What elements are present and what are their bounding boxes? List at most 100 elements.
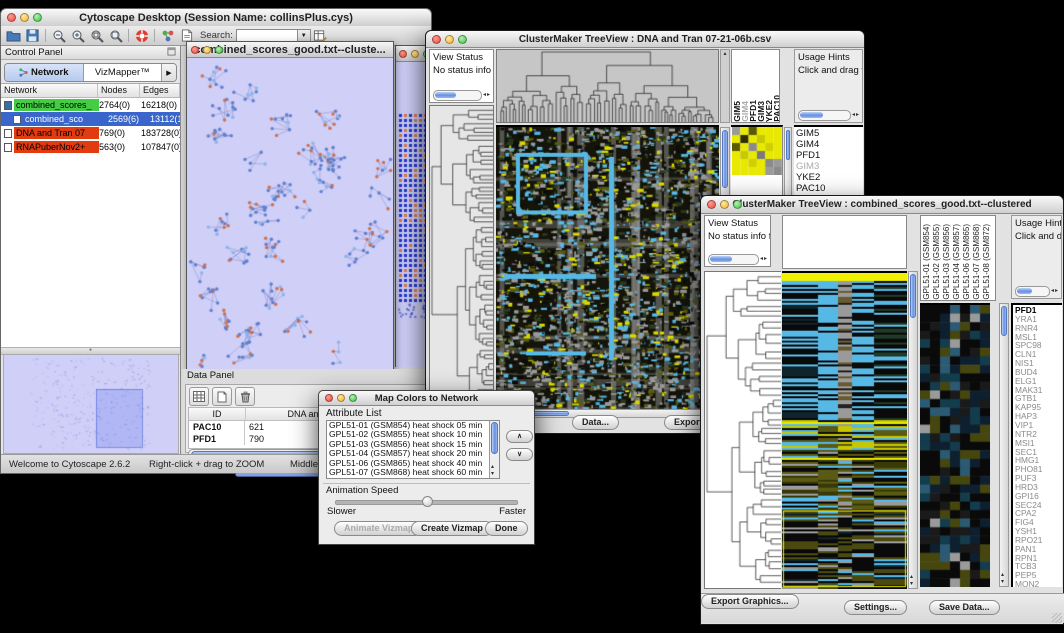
scroll-left-icon[interactable]: ◂ (483, 91, 486, 100)
zoom-in-button[interactable] (68, 27, 87, 44)
view-status-scrollbar[interactable]: ◂ ▸ (433, 90, 490, 100)
save-button[interactable] (23, 27, 42, 44)
done-button[interactable]: Done (485, 521, 528, 536)
scroll-up-arrow-icon[interactable]: ▴ (723, 51, 726, 57)
open-file-button[interactable] (4, 27, 23, 44)
new-attribute-button[interactable] (212, 387, 232, 406)
attribute-item[interactable]: GPL51-07 (GSM868) heat shock 60 min (327, 468, 499, 477)
zoom-icon[interactable] (349, 394, 357, 402)
column-dendrogram[interactable] (496, 49, 719, 123)
treeview1-titlebar[interactable]: ClusterMaker TreeView : DNA and Tran 07-… (426, 31, 864, 48)
zoom-icon[interactable] (733, 200, 742, 209)
slider-thumb[interactable] (422, 496, 433, 507)
close-icon[interactable] (7, 13, 16, 22)
scroll-down-arrow-icon[interactable]: ▾ (910, 581, 913, 587)
select-attributes-button[interactable] (189, 387, 209, 406)
scroll-up-arrow-icon[interactable]: ▴ (491, 464, 494, 470)
scroll-up-arrow-icon[interactable]: ▴ (910, 574, 913, 580)
network-view1-titlebar[interactable]: combined_scores_good.txt--cluste... (187, 42, 393, 58)
scroll-down-arrow-icon[interactable]: ▾ (491, 471, 494, 477)
close-icon[interactable] (707, 200, 716, 209)
move-up-button[interactable]: ∧ (506, 430, 533, 443)
scroll-left-icon[interactable]: ◂ (1051, 287, 1054, 296)
scroll-right-icon[interactable]: ▸ (487, 91, 490, 100)
row-dendrogram[interactable] (704, 271, 781, 589)
zoom-icon[interactable] (458, 35, 467, 44)
tab-network[interactable]: Network (5, 64, 84, 81)
tab-overflow-icon[interactable]: ▶ (162, 64, 176, 81)
zoom-selected-button[interactable] (87, 27, 106, 44)
treeview-action-button[interactable]: Settings... (844, 600, 907, 615)
gene-label[interactable]: GIM3 (796, 161, 861, 172)
main-titlebar[interactable]: Cytoscape Desktop (Session Name: collins… (1, 9, 431, 27)
zoom-icon[interactable] (215, 46, 223, 54)
animate-vizmap-button[interactable]: Animate Vizmap (334, 521, 423, 536)
treeview-action-button[interactable]: Export Graphics... (701, 594, 799, 609)
gene-label[interactable]: YKE2 (796, 172, 861, 183)
close-icon[interactable] (432, 35, 441, 44)
heatmap-vscrollbar[interactable]: ▴ ▾ (908, 271, 918, 589)
delete-attribute-icon[interactable] (235, 387, 255, 406)
gene-label[interactable]: PAC10 (796, 183, 861, 194)
zoom-icon[interactable] (33, 13, 42, 22)
network-row[interactable]: combined_scores_ 2764(0) 16218(0) (1, 98, 180, 112)
network-canvas-1[interactable] (187, 58, 393, 371)
zoom-vscrollbar[interactable]: ▴ ▾ (999, 303, 1009, 587)
scroll-right-icon[interactable]: ▸ (1055, 287, 1058, 296)
network-name: RNAPuberNov2+ (14, 141, 99, 153)
minimize-icon[interactable] (411, 50, 419, 58)
scroll-left-icon[interactable]: ◂ (760, 255, 763, 264)
network-list-header[interactable]: Network Nodes Edges (1, 84, 180, 98)
zoom-heatmap[interactable] (732, 127, 782, 175)
close-icon[interactable] (325, 394, 333, 402)
scroll-down-arrow-icon[interactable]: ▾ (1001, 579, 1004, 585)
network-row[interactable]: RNAPuberNov2+ 563(0) 107847(0) (1, 140, 180, 154)
minimize-icon[interactable] (337, 394, 345, 402)
gene-label[interactable]: MON2 (1015, 580, 1060, 587)
window-controls (7, 9, 42, 26)
network-overview-navigator[interactable] (3, 354, 179, 454)
vizmapper-icon[interactable] (158, 27, 177, 44)
scroll-right-icon[interactable]: ▸ (764, 255, 767, 264)
faster-label: Faster (499, 506, 526, 517)
minimize-icon[interactable] (20, 13, 29, 22)
treeview2-titlebar[interactable]: ClusterMaker TreeView : combined_scores_… (701, 196, 1063, 214)
label-scroll-strip[interactable]: ▴ (720, 49, 730, 123)
treeview-action-button[interactable]: Data... (572, 415, 619, 430)
resize-grip[interactable] (1052, 613, 1062, 623)
minimize-icon[interactable] (720, 200, 729, 209)
tab-vizmapper[interactable]: VizMapper™ (84, 64, 163, 81)
minimize-icon[interactable] (203, 46, 211, 54)
help-icon[interactable] (132, 27, 151, 44)
gene-label[interactable]: PFD1 (796, 150, 861, 161)
usage-hints-line1: Usage Hints (1012, 216, 1061, 231)
view-status-scrollbar[interactable]: ◂ ▸ (708, 254, 767, 264)
zoom-fit-button[interactable] (106, 27, 125, 44)
scroll-right-icon[interactable]: ▸ (856, 111, 859, 120)
heatmap-global-view[interactable] (782, 271, 907, 589)
id-column-header[interactable]: ID (189, 408, 246, 420)
gene-label[interactable]: GIM4 (796, 139, 861, 150)
row-dendrogram[interactable] (429, 105, 494, 407)
create-vizmap-button[interactable]: Create Vizmap (411, 521, 493, 536)
gene-label[interactable]: GIM5 (796, 128, 861, 139)
treeview-action-button[interactable]: Save Data... (929, 600, 1000, 615)
close-icon[interactable] (191, 46, 199, 54)
zoom-heatmap[interactable] (920, 303, 990, 587)
heatmap-global-view[interactable] (496, 125, 719, 409)
usage-hints-scrollbar[interactable]: ◂ ▸ (798, 110, 859, 120)
attribute-list-scrollbar[interactable]: ▴ ▾ (489, 421, 499, 478)
scroll-left-icon[interactable]: ◂ (852, 111, 855, 120)
scroll-up-arrow-icon[interactable]: ▴ (1001, 572, 1004, 578)
float-panel-icon[interactable] (167, 47, 176, 59)
minimize-icon[interactable] (445, 35, 454, 44)
move-down-button[interactable]: ∨ (506, 448, 533, 461)
animation-speed-slider[interactable] (335, 500, 518, 505)
network-row[interactable]: DNA and Tran 07 769(0) 183728(0) (1, 126, 180, 140)
network-row[interactable]: combined_sco 2569(6) 13112(15) (1, 112, 180, 126)
view-status-line1: View Status (430, 50, 493, 65)
close-icon[interactable] (399, 50, 407, 58)
usage-hints-scrollbar[interactable]: ◂ ▸ (1015, 286, 1058, 296)
dialog-titlebar[interactable]: Map Colors to Network (319, 391, 534, 406)
zoom-out-button[interactable] (49, 27, 68, 44)
